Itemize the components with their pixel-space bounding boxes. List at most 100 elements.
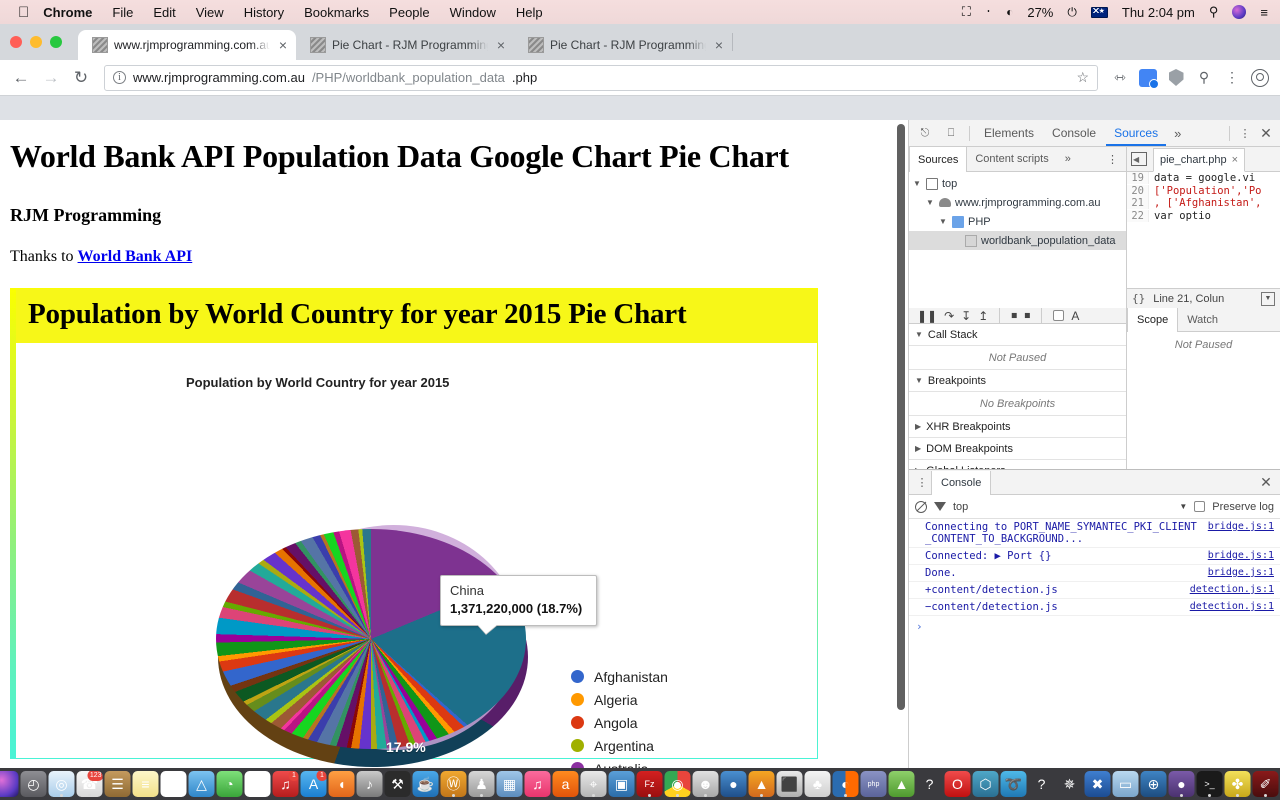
dock-item-filezilla[interactable]: Fz bbox=[636, 771, 663, 797]
console-context[interactable]: top bbox=[953, 501, 968, 513]
menu-item-view[interactable]: View bbox=[196, 5, 224, 20]
dock-item-image-capture[interactable]: ▦ bbox=[496, 771, 523, 797]
menu-item-history[interactable]: History bbox=[244, 5, 284, 20]
dock-item-swift[interactable]: ➰ bbox=[1000, 771, 1027, 797]
dock-item-unknown-2[interactable]: ? bbox=[1029, 771, 1055, 797]
dock-item-maps[interactable]: ⌖ bbox=[580, 771, 607, 797]
shield-icon[interactable] bbox=[1164, 66, 1188, 90]
extension-icon-1[interactable]: ⇿ bbox=[1108, 66, 1132, 90]
tree-caret-icon[interactable]: ▼ bbox=[926, 198, 935, 207]
page-scrollbar[interactable] bbox=[897, 124, 905, 710]
airplay-icon[interactable]: ⛶ bbox=[962, 4, 971, 20]
source-tree-node[interactable]: worldbank_population_data bbox=[909, 231, 1126, 250]
step-over-icon[interactable]: ↷ bbox=[944, 309, 954, 323]
devtools-menu-icon[interactable]: ⋮ bbox=[1236, 127, 1254, 140]
battery-percent[interactable]: 27% bbox=[1027, 5, 1053, 20]
wifi-icon[interactable]: ◐ bbox=[1006, 5, 1013, 19]
minimize-window-button[interactable] bbox=[30, 36, 42, 48]
tab-1[interactable]: Pie Chart - RJM Programming × bbox=[296, 30, 514, 60]
dock-item-app-store[interactable]: A1 bbox=[300, 771, 327, 797]
code-editor[interactable]: 19 data = google.vi 20 ['Population','Po 21,… bbox=[1127, 172, 1280, 288]
tab-watch[interactable]: Watch bbox=[1178, 308, 1227, 331]
world-bank-api-link[interactable]: World Bank API bbox=[78, 248, 193, 265]
preserve-log-checkbox[interactable] bbox=[1194, 501, 1206, 512]
reload-button[interactable]: ↻ bbox=[68, 65, 94, 91]
pause-on-exceptions-icon[interactable]: ⏹ bbox=[1024, 308, 1030, 323]
avatar[interactable] bbox=[1248, 66, 1272, 90]
dock-item-avast[interactable]: a bbox=[552, 771, 579, 797]
legend-item[interactable]: Algeria bbox=[571, 688, 676, 711]
forward-button[interactable]: → bbox=[38, 65, 64, 91]
dock-item-itunes-red[interactable]: ♫ 1 bbox=[272, 771, 299, 797]
dock-item-automator[interactable]: ♟ bbox=[468, 771, 495, 797]
tab-scope[interactable]: Scope bbox=[1127, 308, 1179, 332]
tree-caret-icon[interactable]: ▼ bbox=[913, 179, 922, 188]
address-bar[interactable]: i www.rjmprogramming.com.au/PHP/worldban… bbox=[104, 64, 1098, 91]
dock-item-terminal[interactable]: >_ bbox=[1196, 771, 1223, 797]
close-window-button[interactable] bbox=[10, 36, 22, 48]
legend-item[interactable]: Argentina bbox=[571, 734, 676, 757]
console-prompt[interactable]: › bbox=[909, 616, 1280, 633]
dock-item-itunes[interactable]: ♪ bbox=[356, 771, 383, 797]
battery-icon[interactable]: ⏻ bbox=[1067, 5, 1077, 20]
async-checkbox[interactable] bbox=[1053, 310, 1065, 321]
dock-item-firefox[interactable]: ◐ bbox=[832, 771, 859, 797]
section-caret-icon[interactable]: ▶ bbox=[915, 422, 921, 431]
section-caret-icon[interactable]: ▶ bbox=[915, 444, 921, 453]
dock-item-app-store-blue[interactable]: △ bbox=[188, 771, 215, 797]
console-message-source[interactable]: bridge.js:1 bbox=[1208, 521, 1274, 532]
siri-icon[interactable] bbox=[1232, 5, 1247, 19]
console-message-source[interactable]: detection.js:1 bbox=[1190, 584, 1274, 595]
tab-close-icon[interactable]: × bbox=[494, 38, 508, 52]
step-into-icon[interactable]: ↧ bbox=[961, 309, 971, 323]
tab-sources[interactable]: Sources bbox=[1106, 120, 1166, 146]
legend-item[interactable]: Angola bbox=[571, 711, 676, 734]
dock-item-messages[interactable]: ◔ bbox=[216, 771, 243, 797]
menu-item-window[interactable]: Window bbox=[450, 5, 496, 20]
section-caret-icon[interactable]: ▼ bbox=[915, 330, 923, 339]
drawer-tab-console[interactable]: Console bbox=[931, 470, 992, 495]
bluetooth-icon[interactable]: ᛫ bbox=[985, 5, 992, 19]
tab-close-icon[interactable]: × bbox=[276, 38, 290, 52]
device-toolbar-icon[interactable]: ⎕ bbox=[939, 122, 963, 144]
navigator-tab-sources[interactable]: Sources bbox=[909, 147, 968, 172]
debugger-section-header[interactable]: ▼ Call Stack bbox=[909, 324, 1126, 346]
tab-2[interactable]: Pie Chart - RJM Programming × bbox=[514, 30, 732, 60]
source-tree-node[interactable]: ▼ PHP bbox=[909, 212, 1126, 231]
pie-slices[interactable] bbox=[216, 529, 526, 749]
site-info-icon[interactable]: i bbox=[113, 71, 126, 84]
tab-0[interactable]: www.rjmprogramming.com.au × bbox=[78, 30, 296, 60]
editor-file-close-icon[interactable]: × bbox=[1232, 154, 1238, 166]
navigator-more-icon[interactable]: » bbox=[1057, 147, 1079, 171]
dock-item-photos[interactable]: ❁ bbox=[244, 771, 271, 797]
tab-close-icon[interactable]: × bbox=[712, 38, 726, 52]
step-out-icon[interactable]: ↥ bbox=[978, 309, 988, 323]
editor-selector-icon[interactable]: ▼ bbox=[1261, 291, 1275, 306]
dock-item-xcode-tools[interactable]: ⚒ bbox=[384, 771, 411, 797]
menu-item-help[interactable]: Help bbox=[516, 5, 543, 20]
dock-item-launchpad[interactable]: ◴ bbox=[20, 771, 47, 797]
search-icon[interactable]: ⚲ bbox=[1209, 4, 1219, 20]
menu-item-file[interactable]: File bbox=[112, 5, 133, 20]
dock-item-editor-red[interactable]: ✐ bbox=[1252, 771, 1279, 797]
debugger-section-header[interactable]: ▶ DOM Breakpoints bbox=[909, 438, 1126, 460]
dock-item-virtualbox[interactable]: ⬛ bbox=[776, 771, 803, 797]
dock-item-calendar[interactable]: 16 bbox=[160, 771, 187, 797]
legend-item[interactable]: Afghanistan bbox=[571, 665, 676, 688]
editor-file-tab[interactable]: pie_chart.php × bbox=[1153, 147, 1246, 172]
dock-item-ibooks[interactable]: ◖ bbox=[328, 771, 355, 797]
console-context-caret-icon[interactable]: ▼ bbox=[1179, 502, 1187, 511]
dock-item-php[interactable]: php bbox=[860, 771, 887, 797]
source-tree-node[interactable]: ▼ www.rjmprogramming.com.au bbox=[909, 193, 1126, 212]
clear-console-icon[interactable] bbox=[915, 500, 927, 513]
line-number[interactable]: 22 bbox=[1127, 209, 1149, 222]
dock-item-ghost[interactable]: ☻ bbox=[692, 771, 719, 797]
menu-item-edit[interactable]: Edit bbox=[153, 5, 175, 20]
console-message-source[interactable]: detection.js:1 bbox=[1190, 601, 1274, 612]
dock-item-vlc[interactable]: ▲ bbox=[748, 771, 775, 797]
dock-item-spider[interactable]: ✵ bbox=[1057, 771, 1083, 797]
console-message-source[interactable]: bridge.js:1 bbox=[1208, 567, 1274, 578]
tab-elements[interactable]: Elements bbox=[976, 120, 1042, 146]
control-center-icon[interactable]: ≡ bbox=[1260, 5, 1268, 20]
dock-item-safari[interactable]: ◎ bbox=[48, 771, 75, 797]
